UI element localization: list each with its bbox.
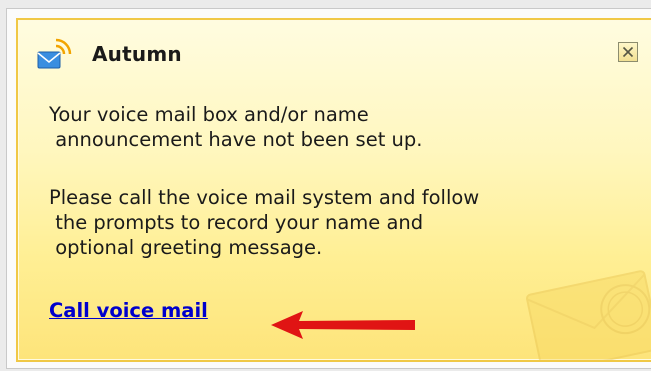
close-x-icon xyxy=(622,46,634,58)
voicemail-notification-icon xyxy=(37,38,72,69)
instructions-message: Please call the voice mail system and fo… xyxy=(49,186,480,259)
red-arrow-annotation xyxy=(271,311,415,339)
setup-message: Your voice mail box and/or name announce… xyxy=(49,103,423,151)
voicemail-notification-popup: Autumn Your voice mail box and/or name a… xyxy=(16,18,651,362)
close-button[interactable] xyxy=(618,42,638,62)
popup-title: Autumn xyxy=(92,42,182,66)
popup-header: Autumn xyxy=(36,34,182,74)
call-voice-mail-link[interactable]: Call voice mail xyxy=(49,299,208,322)
screenshot-canvas: Autumn Your voice mail box and/or name a… xyxy=(0,0,651,371)
envelope-watermark-icon xyxy=(526,270,651,360)
